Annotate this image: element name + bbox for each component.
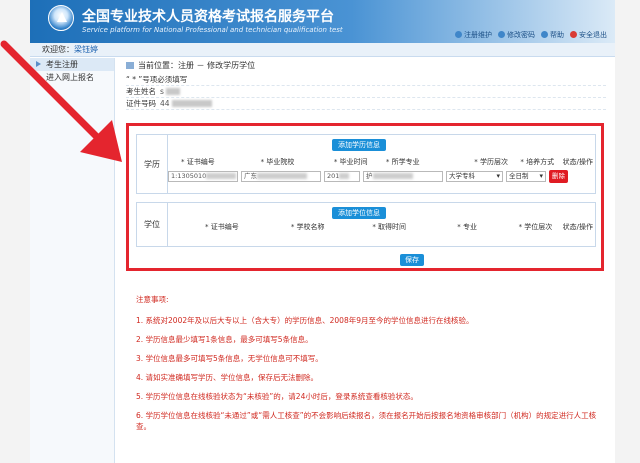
note-item: 1. 系统对2002年及以后大专以上（含大专）的学历信息、2008年9月至今的学… — [136, 316, 474, 325]
cert-no-field[interactable]: 1:1305010 — [168, 171, 238, 182]
education-row: 1:1305010 广东 201 护 大学专科 全日制 删除 — [168, 170, 593, 183]
col-status: 状态/操作 — [562, 158, 593, 166]
col-obtain-time: * 取得时间 — [372, 223, 407, 231]
candidate-info: “ * ”号项必须填写 考生姓名 s 证件号码 44 — [126, 74, 606, 110]
col-status: 状态/操作 — [562, 223, 593, 231]
col-grad-time: * 毕业时间 — [333, 158, 368, 166]
col-school: * 毕业院校 — [260, 158, 295, 166]
degree-label: 学位 — [137, 203, 168, 246]
breadcrumb: 当前位置：注册 － 修改学历学位 — [126, 60, 255, 71]
degree-panel: 学位 添加学位信息 * 证书编号 * 学校名称 * 取得时间 * 专业 * 学位… — [136, 202, 596, 247]
site-title: 全国专业技术人员资格考试报名服务平台 — [82, 9, 334, 25]
degree-columns: * 证书编号 * 学校名称 * 取得时间 * 专业 * 学位层次 状态/操作 — [173, 222, 593, 232]
note-item: 6. 学历学位信息在线核验“未通过”或“需人工核查”的不会影响后续报名，须在报名… — [136, 411, 597, 431]
save-button[interactable]: 保存 — [400, 254, 424, 266]
delete-button[interactable]: 删除 — [549, 170, 568, 183]
note-item: 3. 学位信息最多可填写5条信息，无学位信息可不填写。 — [136, 354, 323, 363]
notes-title: 注意事项: — [136, 295, 169, 304]
highlight-box: 学历 添加学历信息 * 证书编号 * 毕业院校 * 毕业时间 * 所学专业 * … — [126, 123, 604, 271]
header: 全国专业技术人员资格考试报名服务平台 Service platform for … — [30, 0, 615, 43]
education-label: 学历 — [137, 135, 168, 193]
redacted-mark — [339, 173, 350, 179]
education-columns: * 证书编号 * 毕业院校 * 毕业时间 * 所学专业 * 学历层次 * 培养方… — [173, 157, 593, 167]
note-item: 2. 学历信息最少填写1条信息，最多可填写5条信息。 — [136, 335, 313, 344]
site-subtitle: Service platform for National Profession… — [82, 26, 343, 34]
add-education-button[interactable]: 添加学历信息 — [332, 139, 386, 151]
platform-logo — [48, 5, 74, 31]
col-cert-no: * 证书编号 — [205, 223, 239, 231]
note-item: 5. 学历学位信息在线核验状态为“未核验”的，请24小时后，登录系统查看核验状态… — [136, 392, 418, 401]
redacted-mark — [171, 100, 212, 107]
col-level: * 学历层次 — [474, 158, 508, 166]
note-item: 4. 请如实准确填写学历、学位信息，保存后无法删除。 — [136, 373, 319, 382]
mode-select[interactable]: 全日制 — [506, 171, 546, 182]
notes: 注意事项: 1. 系统对2002年及以后大专以上（含大专）的学历信息、2008年… — [136, 294, 606, 440]
col-major: * 专业 — [457, 223, 477, 231]
help-icon — [541, 31, 548, 38]
user-icon — [455, 31, 462, 38]
col-cert-no: * 证书编号 — [181, 158, 215, 166]
add-degree-button[interactable]: 添加学位信息 — [332, 207, 386, 219]
link-profile[interactable]: 注册维护 — [455, 30, 492, 40]
link-logout[interactable]: 安全退出 — [570, 30, 607, 40]
col-degree-level: * 学位层次 — [518, 223, 553, 231]
grad-time-field[interactable]: 201 — [324, 171, 360, 182]
redacted-mark — [206, 173, 237, 179]
logout-icon — [570, 31, 577, 38]
col-school-name: * 学校名称 — [290, 223, 325, 231]
name-row: 考生姓名 s — [126, 86, 606, 98]
major-field[interactable]: 护 — [363, 171, 443, 182]
id-value: 44 — [160, 99, 170, 108]
education-panel: 学历 添加学历信息 * 证书编号 * 毕业院校 * 毕业时间 * 所学专业 * … — [136, 134, 596, 194]
col-mode: * 培养方式 — [520, 158, 555, 166]
key-icon — [498, 31, 505, 38]
school-field[interactable]: 广东 — [241, 171, 321, 182]
link-change-password[interactable]: 修改密码 — [498, 30, 535, 40]
redacted-mark — [372, 173, 413, 179]
header-links: 注册维护 修改密码 帮助 安全退出 — [455, 30, 607, 40]
redacted-mark — [257, 173, 307, 179]
level-select[interactable]: 大学专科 — [446, 171, 503, 182]
redacted-mark — [166, 88, 181, 95]
col-major: * 所学专业 — [385, 158, 420, 166]
required-note: “ * ”号项必须填写 — [126, 74, 606, 86]
annotation-arrow-icon — [0, 40, 122, 162]
link-help[interactable]: 帮助 — [541, 30, 564, 40]
id-row: 证件号码 44 — [126, 98, 606, 110]
name-value: s — [160, 87, 164, 96]
